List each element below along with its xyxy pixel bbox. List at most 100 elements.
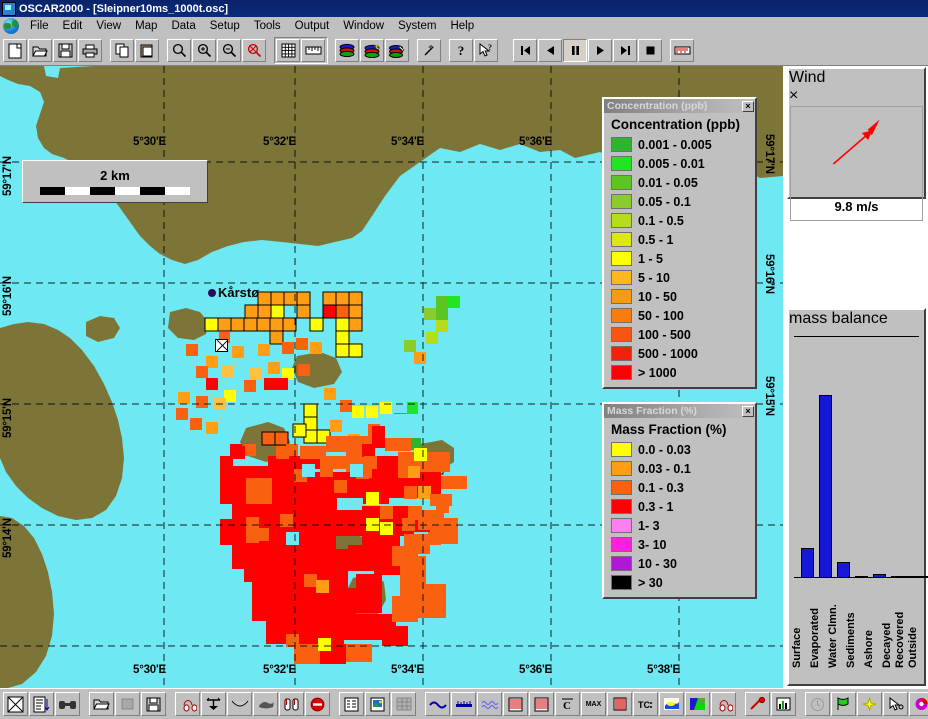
legend-label: 1 - 5: [638, 251, 664, 266]
close-icon[interactable]: ×: [742, 100, 754, 112]
close-view-button[interactable]: [3, 692, 28, 716]
close-icon[interactable]: ×: [789, 87, 924, 105]
print-button[interactable]: [78, 39, 102, 62]
grid-toggle-button[interactable]: [276, 39, 300, 62]
layers-add-button[interactable]: [360, 39, 384, 62]
bar-sediments: [855, 576, 868, 578]
snapshot-button[interactable]: [365, 692, 390, 716]
legend-swatch: [611, 442, 632, 457]
oil-slick-button[interactable]: [659, 692, 684, 716]
place-dot-icon: [208, 288, 216, 297]
clock-button[interactable]: [805, 692, 830, 716]
legend-row: 0.03 - 0.1: [611, 459, 749, 478]
menu-item-help[interactable]: Help: [443, 18, 481, 34]
layers-stack-button[interactable]: [503, 692, 528, 716]
stop-button[interactable]: [638, 39, 662, 62]
wind-panel-titlebar[interactable]: Wind ×: [789, 69, 924, 105]
lon-label-bottom-4: 5°38'E: [647, 664, 680, 676]
select-arrow-button[interactable]: [883, 692, 908, 716]
menu-item-edit[interactable]: Edit: [56, 18, 90, 34]
layers-edit-button[interactable]: [385, 39, 409, 62]
map-layer-button[interactable]: [685, 692, 710, 716]
legend-swatch: [611, 194, 632, 209]
grid-data-button[interactable]: [391, 692, 416, 716]
bars-button[interactable]: [607, 692, 632, 716]
bar-chart-button[interactable]: [771, 692, 796, 716]
lat-label-left-0: 59°17'N: [2, 156, 14, 196]
profile2-button[interactable]: [451, 692, 476, 716]
no-entry-button[interactable]: [305, 692, 330, 716]
view-tool-group: [274, 37, 328, 64]
legend-swatch: [611, 346, 632, 361]
zoom-icon-button[interactable]: [167, 39, 191, 62]
menu-item-setup[interactable]: Setup: [203, 18, 247, 34]
menu-item-output[interactable]: Output: [288, 18, 337, 34]
legend-row: 10 - 50: [611, 287, 749, 306]
concentration-legend-titlebar[interactable]: Concentration (ppb) ×: [604, 99, 755, 113]
menu-item-data[interactable]: Data: [164, 18, 202, 34]
help-button[interactable]: ?: [449, 39, 473, 62]
forward-to-end-button[interactable]: [613, 39, 637, 62]
celsius-button[interactable]: C: [555, 692, 580, 716]
star-button[interactable]: [857, 692, 882, 716]
contour-button[interactable]: [529, 692, 554, 716]
binoculars-button[interactable]: [55, 692, 80, 716]
open-case-button[interactable]: [89, 692, 114, 716]
droplet-button[interactable]: [711, 692, 736, 716]
report-list-button[interactable]: [339, 692, 364, 716]
concentration-legend-panel[interactable]: Concentration (ppb) × Concentration (ppb…: [602, 97, 757, 389]
scale-bar-graphic: [40, 187, 190, 195]
measure-button[interactable]: [301, 39, 325, 62]
release-point-button[interactable]: [201, 692, 226, 716]
legend-swatch: [611, 480, 632, 495]
menu-item-view[interactable]: View: [89, 18, 128, 34]
timeline-button[interactable]: [670, 39, 694, 62]
mass-balance-titlebar[interactable]: mass balance: [789, 310, 924, 328]
pointer-tool-button[interactable]: [745, 692, 770, 716]
layers-button[interactable]: [335, 39, 359, 62]
tc-button[interactable]: TC: [633, 692, 658, 716]
max-button[interactable]: MAX: [581, 692, 606, 716]
boom-button[interactable]: [227, 692, 252, 716]
bar-outside: [917, 576, 928, 578]
save-case-button[interactable]: [141, 692, 166, 716]
legend-row: 0.1 - 0.3: [611, 478, 749, 497]
skimmer-button[interactable]: [253, 692, 278, 716]
legend-row: 0.0 - 0.03: [611, 440, 749, 459]
context-help-button[interactable]: ?: [474, 39, 498, 62]
mass-fraction-legend-titlebar[interactable]: Mass Fraction (%) ×: [604, 404, 755, 418]
save-file-button[interactable]: [53, 39, 77, 62]
wind-panel[interactable]: Wind × 9.8 m/s: [787, 67, 926, 221]
flag-button[interactable]: [831, 692, 856, 716]
menu-item-map[interactable]: Map: [128, 18, 164, 34]
mass-fraction-legend-panel[interactable]: Mass Fraction (%) × Mass Fraction (%) 0.…: [602, 402, 757, 599]
copy-button[interactable]: [110, 39, 134, 62]
zoom-out-button[interactable]: [217, 39, 241, 62]
stop-case-button[interactable]: [115, 692, 140, 716]
sort-list-button[interactable]: [29, 692, 54, 716]
rewind-to-start-button[interactable]: [513, 39, 537, 62]
menu-item-tools[interactable]: Tools: [247, 18, 288, 34]
profile1-button[interactable]: [425, 692, 450, 716]
mass-balance-panel[interactable]: mass balance Surface Evaporated Water Cl…: [787, 308, 928, 686]
close-icon[interactable]: ×: [742, 405, 754, 417]
dispersant-button[interactable]: [279, 692, 304, 716]
paste-button[interactable]: [135, 39, 159, 62]
new-file-button[interactable]: [3, 39, 27, 62]
lat-label-left-1: 59°16'N: [2, 276, 14, 316]
zoom-reset-button[interactable]: [242, 39, 266, 62]
menu-item-window[interactable]: Window: [336, 18, 391, 34]
oil-type-button[interactable]: [175, 692, 200, 716]
spiral-button[interactable]: [909, 692, 928, 716]
legend-row: 1 - 5: [611, 249, 749, 268]
step-back-button[interactable]: [538, 39, 562, 62]
pause-button[interactable]: [563, 39, 587, 62]
wave-button[interactable]: [477, 692, 502, 716]
wand-button[interactable]: [417, 39, 441, 62]
play-button[interactable]: [588, 39, 612, 62]
menu-item-system[interactable]: System: [391, 18, 443, 34]
release-point-marker[interactable]: [215, 339, 228, 352]
zoom-in-button[interactable]: [192, 39, 216, 62]
menu-item-file[interactable]: File: [23, 18, 56, 34]
open-file-button[interactable]: [28, 39, 52, 62]
